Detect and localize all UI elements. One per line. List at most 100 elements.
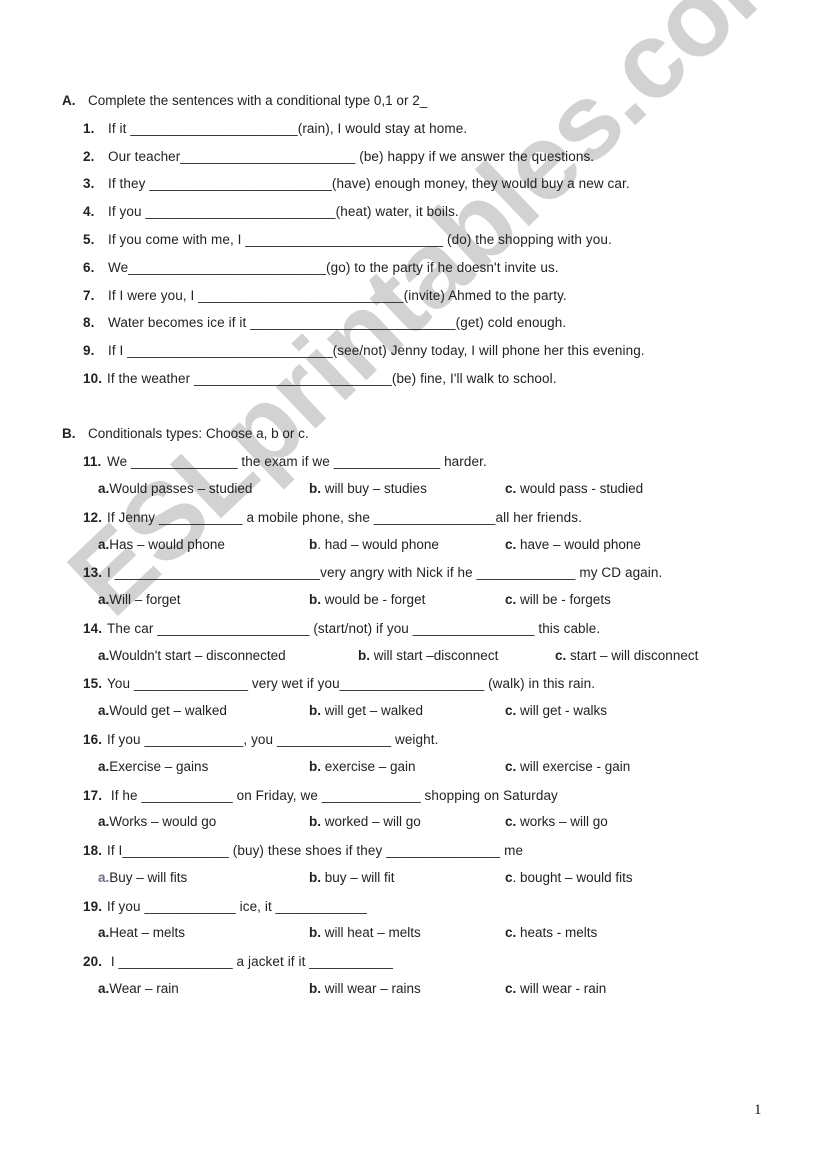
question-7: 7. If I were you, I _____________________… [83, 288, 567, 303]
option-text: Has – would phone [109, 537, 225, 552]
option-label: c. [505, 537, 517, 552]
question-9: 9. If I ___________________________(see/n… [83, 343, 645, 358]
question-6: 6. We__________________________(go) to th… [83, 260, 559, 275]
question-8: 8. Water becomes ice if it ______________… [83, 315, 566, 330]
option-text: will get - walks [520, 703, 608, 718]
question-text: If you _________________________(heat) w… [108, 204, 459, 219]
question-number: 11. [83, 454, 102, 469]
option-text: will be - forgets [520, 592, 611, 607]
option-13a[interactable]: a.Will – forget [98, 592, 181, 607]
section-letter: B. [62, 426, 76, 441]
question-text: We ______________ the exam if we _______… [107, 454, 487, 469]
question-text: If I______________ (buy) these shoes if … [107, 843, 524, 858]
option-text: have – would phone [520, 537, 641, 552]
option-18a[interactable]: a.Buy – will fits [98, 870, 187, 885]
option-16c[interactable]: c. will exercise - gain [505, 759, 630, 774]
option-text: Buy – will fits [109, 870, 188, 885]
section-instruction: Complete the sentences with a conditiona… [88, 93, 428, 108]
option-label: c. [555, 648, 567, 663]
option-text: . had – would phone [317, 537, 439, 552]
option-17a[interactable]: a.Works – would go [98, 814, 216, 829]
question-number: 5. [83, 232, 95, 247]
question-number: 1. [83, 121, 95, 136]
option-label: a. [98, 648, 110, 663]
option-label: b. [358, 648, 370, 663]
option-16b[interactable]: b. exercise – gain [309, 759, 416, 774]
option-14c[interactable]: c. start – will disconnect [555, 648, 698, 663]
option-11b[interactable]: b. will buy – studies [309, 481, 427, 496]
question-19: 19. If you ____________ ice, it _________… [83, 899, 367, 914]
option-label: c. [505, 703, 517, 718]
question-5: 5. If you come with me, I _______________… [83, 232, 612, 247]
question-text: You _______________ very wet if you_____… [107, 676, 596, 691]
option-12a[interactable]: a.Has – would phone [98, 537, 225, 552]
option-13b[interactable]: b. would be - forget [309, 592, 425, 607]
option-20b[interactable]: b. will wear – rains [309, 981, 421, 996]
option-text: will exercise - gain [520, 759, 631, 774]
question-number: 9. [83, 343, 95, 358]
question-20: 20. I _______________ a jacket if it ___… [83, 954, 393, 969]
option-text: exercise – gain [324, 759, 416, 774]
question-1: 1. If it ______________________(rain), I … [83, 121, 467, 136]
option-11a[interactable]: a.Would passes – studied [98, 481, 252, 496]
option-label: c. [505, 759, 517, 774]
option-19b[interactable]: b. will heat – melts [309, 925, 421, 940]
option-13c[interactable]: c. will be - forgets [505, 592, 611, 607]
option-18c[interactable]: c. bought – would fits [505, 870, 633, 885]
question-text: I ___________________________very angry … [107, 565, 663, 580]
option-17c[interactable]: c. works – will go [505, 814, 608, 829]
option-20c[interactable]: c. will wear - rain [505, 981, 606, 996]
option-12c[interactable]: c. have – would phone [505, 537, 641, 552]
option-text: will start –disconnect [373, 648, 499, 663]
question-15: 15. You _______________ very wet if you__… [83, 676, 595, 691]
worksheet-page: ESLprintables.com A. Complete the sentenc… [0, 0, 826, 1169]
option-label: a. [98, 981, 110, 996]
option-18b[interactable]: b. buy – will fit [309, 870, 395, 885]
option-label: b. [309, 870, 321, 885]
option-12b[interactable]: b. had – would phone [309, 537, 439, 552]
option-label: a. [98, 481, 110, 496]
option-text: will heat – melts [324, 925, 421, 940]
option-15b[interactable]: b. will get – walked [309, 703, 423, 718]
option-label: a. [98, 814, 110, 829]
option-label: a. [98, 592, 110, 607]
option-20a[interactable]: a.Wear – rain [98, 981, 179, 996]
option-text: worked – will go [324, 814, 421, 829]
option-text: will get – walked [324, 703, 424, 718]
question-17: 17. If he ____________ on Friday, we ___… [83, 788, 558, 803]
question-number: 14. [83, 621, 103, 636]
question-text: If it ______________________(rain), I wo… [108, 121, 468, 136]
question-number: 13. [83, 565, 103, 580]
option-16a[interactable]: a.Exercise – gains [98, 759, 208, 774]
option-19c[interactable]: c. heats - melts [505, 925, 597, 940]
option-text: Would get – walked [109, 703, 227, 718]
question-text: If they ________________________(have) e… [108, 176, 630, 191]
option-label: b. [309, 814, 321, 829]
option-label: a. [98, 925, 110, 940]
question-text: If the weather _________________________… [107, 371, 557, 386]
option-label: b. [309, 481, 321, 496]
question-12: 12. If Jenny ___________ a mobile phone, … [83, 510, 582, 525]
option-15c[interactable]: c. will get - walks [505, 703, 607, 718]
question-number: 19. [83, 899, 103, 914]
option-text: would pass - studied [520, 481, 644, 496]
question-number: 15. [83, 676, 103, 691]
option-15a[interactable]: a.Would get – walked [98, 703, 227, 718]
option-label: b. [309, 592, 321, 607]
option-label: a. [98, 870, 110, 885]
question-text: If he ____________ on Friday, we _______… [107, 788, 558, 803]
question-number: 6. [83, 260, 95, 275]
question-number: 12. [83, 510, 103, 525]
option-17b[interactable]: b. worked – will go [309, 814, 421, 829]
page-number: 1 [754, 1102, 762, 1118]
option-11c[interactable]: c. would pass - studied [505, 481, 643, 496]
question-13: 13. I ___________________________very ang… [83, 565, 662, 580]
question-number: 3. [83, 176, 95, 191]
option-14a[interactable]: a.Wouldn't start – disconnected [98, 648, 286, 663]
question-16: 16. If you _____________, you ___________… [83, 732, 438, 747]
section-a-heading: A. Complete the sentences with a conditio… [62, 93, 427, 108]
option-14b[interactable]: b. will start –disconnect [358, 648, 498, 663]
option-19a[interactable]: a.Heat – melts [98, 925, 185, 940]
question-text: If you ____________ ice, it ____________ [107, 899, 367, 914]
option-label: c. [505, 814, 517, 829]
